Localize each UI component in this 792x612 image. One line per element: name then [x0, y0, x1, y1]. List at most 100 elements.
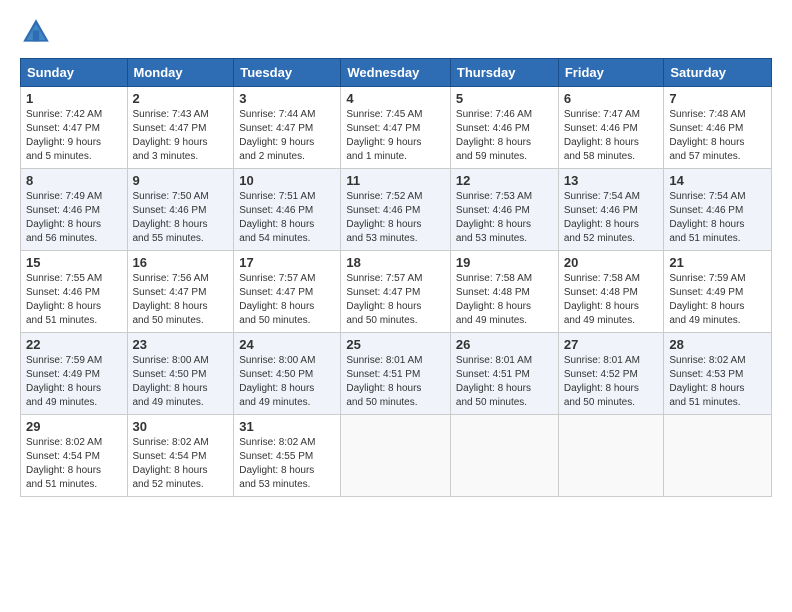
day-cell-15: 15 Sunrise: 7:55 AMSunset: 4:46 PMDayligh…: [21, 251, 128, 333]
day-info: Sunrise: 8:01 AMSunset: 4:51 PMDaylight:…: [456, 354, 553, 410]
col-header-sunday: Sunday: [21, 59, 128, 87]
day-info: Sunrise: 8:02 AMSunset: 4:55 PMDaylight:…: [239, 436, 335, 492]
day-number: 6: [564, 91, 659, 106]
empty-cell: [558, 415, 664, 497]
week-row-3: 15 Sunrise: 7:55 AMSunset: 4:46 PMDayligh…: [21, 251, 772, 333]
day-cell-14: 14Sunrise: 7:54 AMSunset: 4:46 PMDayligh…: [664, 169, 772, 251]
day-cell-21: 21Sunrise: 7:59 AMSunset: 4:49 PMDayligh…: [664, 251, 772, 333]
page: SundayMondayTuesdayWednesdayThursdayFrid…: [0, 0, 792, 513]
day-number: 30: [133, 419, 229, 434]
day-cell-1: 1Sunrise: 7:42 AMSunset: 4:47 PMDaylight…: [21, 87, 128, 169]
day-number: 26: [456, 337, 553, 352]
day-cell-20: 20 Sunrise: 7:58 AMSunset: 4:48 PMDayligh…: [558, 251, 664, 333]
day-cell-26: 26 Sunrise: 8:01 AMSunset: 4:51 PMDayligh…: [450, 333, 558, 415]
day-number: 23: [133, 337, 229, 352]
day-cell-11: 11Sunrise: 7:52 AMSunset: 4:46 PMDayligh…: [341, 169, 451, 251]
day-number: 28: [669, 337, 766, 352]
day-info: Sunrise: 7:50 AMSunset: 4:46 PMDaylight:…: [133, 190, 229, 246]
col-header-saturday: Saturday: [664, 59, 772, 87]
day-cell-9: 9 Sunrise: 7:50 AMSunset: 4:46 PMDaylight…: [127, 169, 234, 251]
day-cell-8: 8 Sunrise: 7:49 AMSunset: 4:46 PMDaylight…: [21, 169, 128, 251]
day-number: 13: [564, 173, 659, 188]
day-number: 27: [564, 337, 659, 352]
day-info: Sunrise: 7:58 AMSunset: 4:48 PMDaylight:…: [564, 272, 659, 328]
day-info: Sunrise: 8:01 AMSunset: 4:52 PMDaylight:…: [564, 354, 659, 410]
day-number: 5: [456, 91, 553, 106]
empty-cell: [664, 415, 772, 497]
day-info: Sunrise: 8:01 AMSunset: 4:51 PMDaylight:…: [346, 354, 445, 410]
day-info: Sunrise: 7:49 AMSunset: 4:46 PMDaylight:…: [26, 190, 122, 246]
day-number: 17: [239, 255, 335, 270]
day-number: 2: [133, 91, 229, 106]
day-info: Sunrise: 7:59 AMSunset: 4:49 PMDaylight:…: [26, 354, 122, 410]
day-info: Sunrise: 7:54 AMSunset: 4:46 PMDaylight:…: [669, 190, 766, 246]
day-cell-28: 28 Sunrise: 8:02 AMSunset: 4:53 PMDayligh…: [664, 333, 772, 415]
day-cell-25: 25 Sunrise: 8:01 AMSunset: 4:51 PMDayligh…: [341, 333, 451, 415]
day-cell-23: 23 Sunrise: 8:00 AMSunset: 4:50 PMDayligh…: [127, 333, 234, 415]
day-cell-24: 24Sunrise: 8:00 AMSunset: 4:50 PMDayligh…: [234, 333, 341, 415]
day-number: 20: [564, 255, 659, 270]
day-info: Sunrise: 8:02 AMSunset: 4:54 PMDaylight:…: [26, 436, 122, 492]
day-number: 11: [346, 173, 445, 188]
week-row-5: 29 Sunrise: 8:02 AMSunset: 4:54 PMDayligh…: [21, 415, 772, 497]
day-number: 15: [26, 255, 122, 270]
day-cell-4: 4Sunrise: 7:45 AMSunset: 4:47 PMDaylight…: [341, 87, 451, 169]
empty-cell: [450, 415, 558, 497]
day-number: 12: [456, 173, 553, 188]
day-cell-31: 31Sunrise: 8:02 AMSunset: 4:55 PMDayligh…: [234, 415, 341, 497]
header-row: SundayMondayTuesdayWednesdayThursdayFrid…: [21, 59, 772, 87]
day-cell-10: 10 Sunrise: 7:51 AMSunset: 4:46 PMDayligh…: [234, 169, 341, 251]
col-header-tuesday: Tuesday: [234, 59, 341, 87]
day-info: Sunrise: 8:02 AMSunset: 4:53 PMDaylight:…: [669, 354, 766, 410]
col-header-wednesday: Wednesday: [341, 59, 451, 87]
header: [20, 16, 772, 48]
empty-cell: [341, 415, 451, 497]
day-info: Sunrise: 7:57 AMSunset: 4:47 PMDaylight:…: [346, 272, 445, 328]
day-cell-3: 3Sunrise: 7:44 AMSunset: 4:47 PMDaylight…: [234, 87, 341, 169]
day-info: Sunrise: 7:55 AMSunset: 4:46 PMDaylight:…: [26, 272, 122, 328]
day-info: Sunrise: 7:58 AMSunset: 4:48 PMDaylight:…: [456, 272, 553, 328]
day-info: Sunrise: 7:46 AMSunset: 4:46 PMDaylight:…: [456, 108, 553, 164]
day-info: Sunrise: 7:57 AMSunset: 4:47 PMDaylight:…: [239, 272, 335, 328]
day-cell-6: 6 Sunrise: 7:47 AMSunset: 4:46 PMDaylight…: [558, 87, 664, 169]
col-header-monday: Monday: [127, 59, 234, 87]
day-info: Sunrise: 8:00 AMSunset: 4:50 PMDaylight:…: [239, 354, 335, 410]
day-cell-7: 7 Sunrise: 7:48 AMSunset: 4:46 PMDaylight…: [664, 87, 772, 169]
day-cell-29: 29 Sunrise: 8:02 AMSunset: 4:54 PMDayligh…: [21, 415, 128, 497]
day-number: 29: [26, 419, 122, 434]
day-cell-16: 16 Sunrise: 7:56 AMSunset: 4:47 PMDayligh…: [127, 251, 234, 333]
day-info: Sunrise: 7:43 AMSunset: 4:47 PMDaylight:…: [133, 108, 229, 164]
logo: [20, 16, 56, 48]
day-cell-17: 17 Sunrise: 7:57 AMSunset: 4:47 PMDayligh…: [234, 251, 341, 333]
day-cell-27: 27 Sunrise: 8:01 AMSunset: 4:52 PMDayligh…: [558, 333, 664, 415]
day-number: 21: [669, 255, 766, 270]
day-info: Sunrise: 8:00 AMSunset: 4:50 PMDaylight:…: [133, 354, 229, 410]
day-cell-13: 13Sunrise: 7:54 AMSunset: 4:46 PMDayligh…: [558, 169, 664, 251]
day-info: Sunrise: 8:02 AMSunset: 4:54 PMDaylight:…: [133, 436, 229, 492]
day-info: Sunrise: 7:42 AMSunset: 4:47 PMDaylight:…: [26, 108, 122, 164]
day-number: 7: [669, 91, 766, 106]
col-header-thursday: Thursday: [450, 59, 558, 87]
calendar: SundayMondayTuesdayWednesdayThursdayFrid…: [20, 58, 772, 497]
day-number: 9: [133, 173, 229, 188]
day-number: 25: [346, 337, 445, 352]
day-info: Sunrise: 7:48 AMSunset: 4:46 PMDaylight:…: [669, 108, 766, 164]
day-number: 19: [456, 255, 553, 270]
day-info: Sunrise: 7:53 AMSunset: 4:46 PMDaylight:…: [456, 190, 553, 246]
day-number: 22: [26, 337, 122, 352]
day-cell-2: 2 Sunrise: 7:43 AMSunset: 4:47 PMDaylight…: [127, 87, 234, 169]
day-info: Sunrise: 7:56 AMSunset: 4:47 PMDaylight:…: [133, 272, 229, 328]
col-header-friday: Friday: [558, 59, 664, 87]
logo-icon: [20, 16, 52, 48]
day-number: 10: [239, 173, 335, 188]
day-number: 18: [346, 255, 445, 270]
day-info: Sunrise: 7:45 AMSunset: 4:47 PMDaylight:…: [346, 108, 445, 164]
day-number: 8: [26, 173, 122, 188]
day-info: Sunrise: 7:51 AMSunset: 4:46 PMDaylight:…: [239, 190, 335, 246]
day-number: 16: [133, 255, 229, 270]
day-cell-22: 22 Sunrise: 7:59 AMSunset: 4:49 PMDayligh…: [21, 333, 128, 415]
day-info: Sunrise: 7:47 AMSunset: 4:46 PMDaylight:…: [564, 108, 659, 164]
day-cell-19: 19 Sunrise: 7:58 AMSunset: 4:48 PMDayligh…: [450, 251, 558, 333]
week-row-2: 8 Sunrise: 7:49 AMSunset: 4:46 PMDaylight…: [21, 169, 772, 251]
week-row-1: 1Sunrise: 7:42 AMSunset: 4:47 PMDaylight…: [21, 87, 772, 169]
